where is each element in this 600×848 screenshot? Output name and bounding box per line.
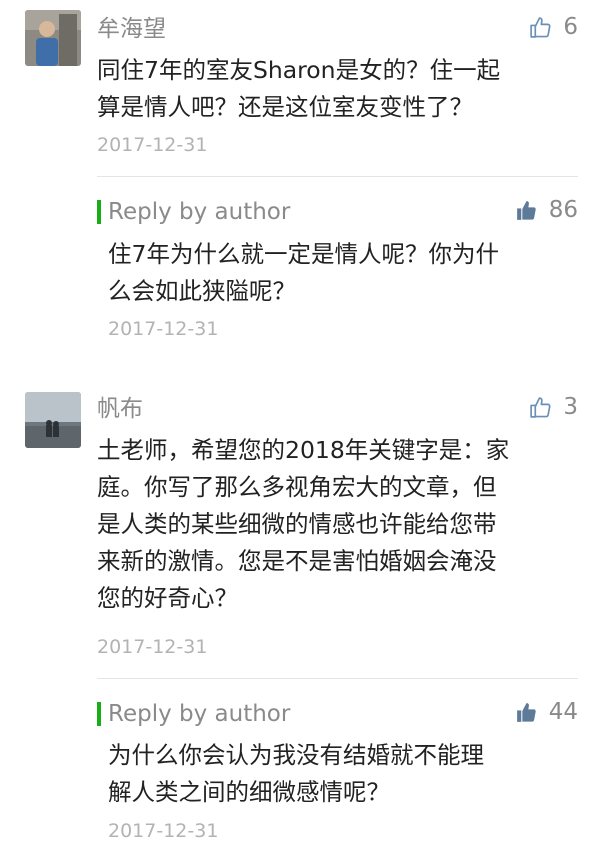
reply-text: 为什么你会认为我没有结婚就不能理 解人类之间的细微感情呢？ (108, 737, 578, 811)
thumbs-up-outline-icon (530, 396, 551, 418)
comment-text-line: 是人类的某些细微的情感也许能给您带 (97, 510, 497, 538)
reply-text-line: 为什么你会认为我没有结婚就不能理 (108, 741, 484, 769)
reply-indicator-bar (97, 702, 101, 726)
thumbs-up-outline-icon (530, 16, 551, 38)
comment-text-line: 您的好奇心？ (97, 584, 238, 612)
reply-label: Reply by author (108, 199, 291, 225)
like-count: 6 (563, 14, 578, 40)
like-button[interactable]: 3 (528, 392, 578, 422)
thumbs-up-filled-icon (516, 702, 536, 722)
reply-label: Reply by author (108, 701, 291, 727)
comment-text-line: 庭。你写了那么多视角宏大的文章，但 (97, 473, 497, 501)
comment-author[interactable]: 牟海望 (97, 14, 166, 44)
comment-text-line: 算是情人吧？还是这位室友变性了？ (97, 93, 473, 121)
comment-item: 牟海望 6 同住7年的室友Sharon是女的？住一起 算是情人吧？还是这位室友变… (0, 0, 600, 355)
like-button[interactable]: 6 (528, 12, 578, 42)
comment-text-line: 来新的激情。您是不是害怕婚姻会淹没 (97, 547, 497, 575)
comment-text-line: 土老师，希望您的2018年关键字是：家 (97, 436, 510, 464)
comment-text: 同住7年的室友Sharon是女的？住一起 算是情人吧？还是这位室友变性了？ (97, 52, 577, 126)
reply-date: 2017-12-31 (108, 318, 219, 340)
divider (97, 678, 578, 679)
reply-like-button[interactable]: 44 (514, 697, 578, 727)
reply-like-count: 44 (548, 699, 578, 725)
reply-like-count: 86 (548, 197, 578, 223)
comment-author[interactable]: 帆布 (97, 394, 143, 424)
thumbs-up-filled-icon (516, 200, 536, 220)
reply-text-line: 住7年为什么就一定是情人呢？你为什 (108, 240, 499, 268)
reply-text: 住7年为什么就一定是情人呢？你为什 么会如此狭隘呢？ (108, 236, 578, 310)
reply-text-line: 解人类之间的细微感情呢？ (108, 778, 390, 806)
like-count: 3 (563, 394, 578, 420)
reply-like-button[interactable]: 86 (514, 195, 578, 225)
reply-header: Reply by author (97, 699, 290, 729)
reply-header: Reply by author (97, 197, 290, 227)
comment-item: 帆布 3 土老师，希望您的2018年关键字是：家 庭。你写了那么多视角宏大的文章… (0, 385, 600, 848)
comment-text: 土老师，希望您的2018年关键字是：家 庭。你写了那么多视角宏大的文章，但 是人… (97, 432, 577, 617)
comment-date: 2017-12-31 (97, 636, 208, 658)
divider (97, 176, 578, 177)
reply-date: 2017-12-31 (108, 820, 219, 842)
reply-indicator-bar (97, 200, 101, 224)
comment-text-line: 同住7年的室友Sharon是女的？住一起 (97, 56, 501, 84)
reply-text-line: 么会如此狭隘呢？ (108, 277, 296, 305)
avatar[interactable] (25, 392, 81, 448)
comment-date: 2017-12-31 (97, 134, 208, 156)
avatar[interactable] (25, 10, 81, 66)
